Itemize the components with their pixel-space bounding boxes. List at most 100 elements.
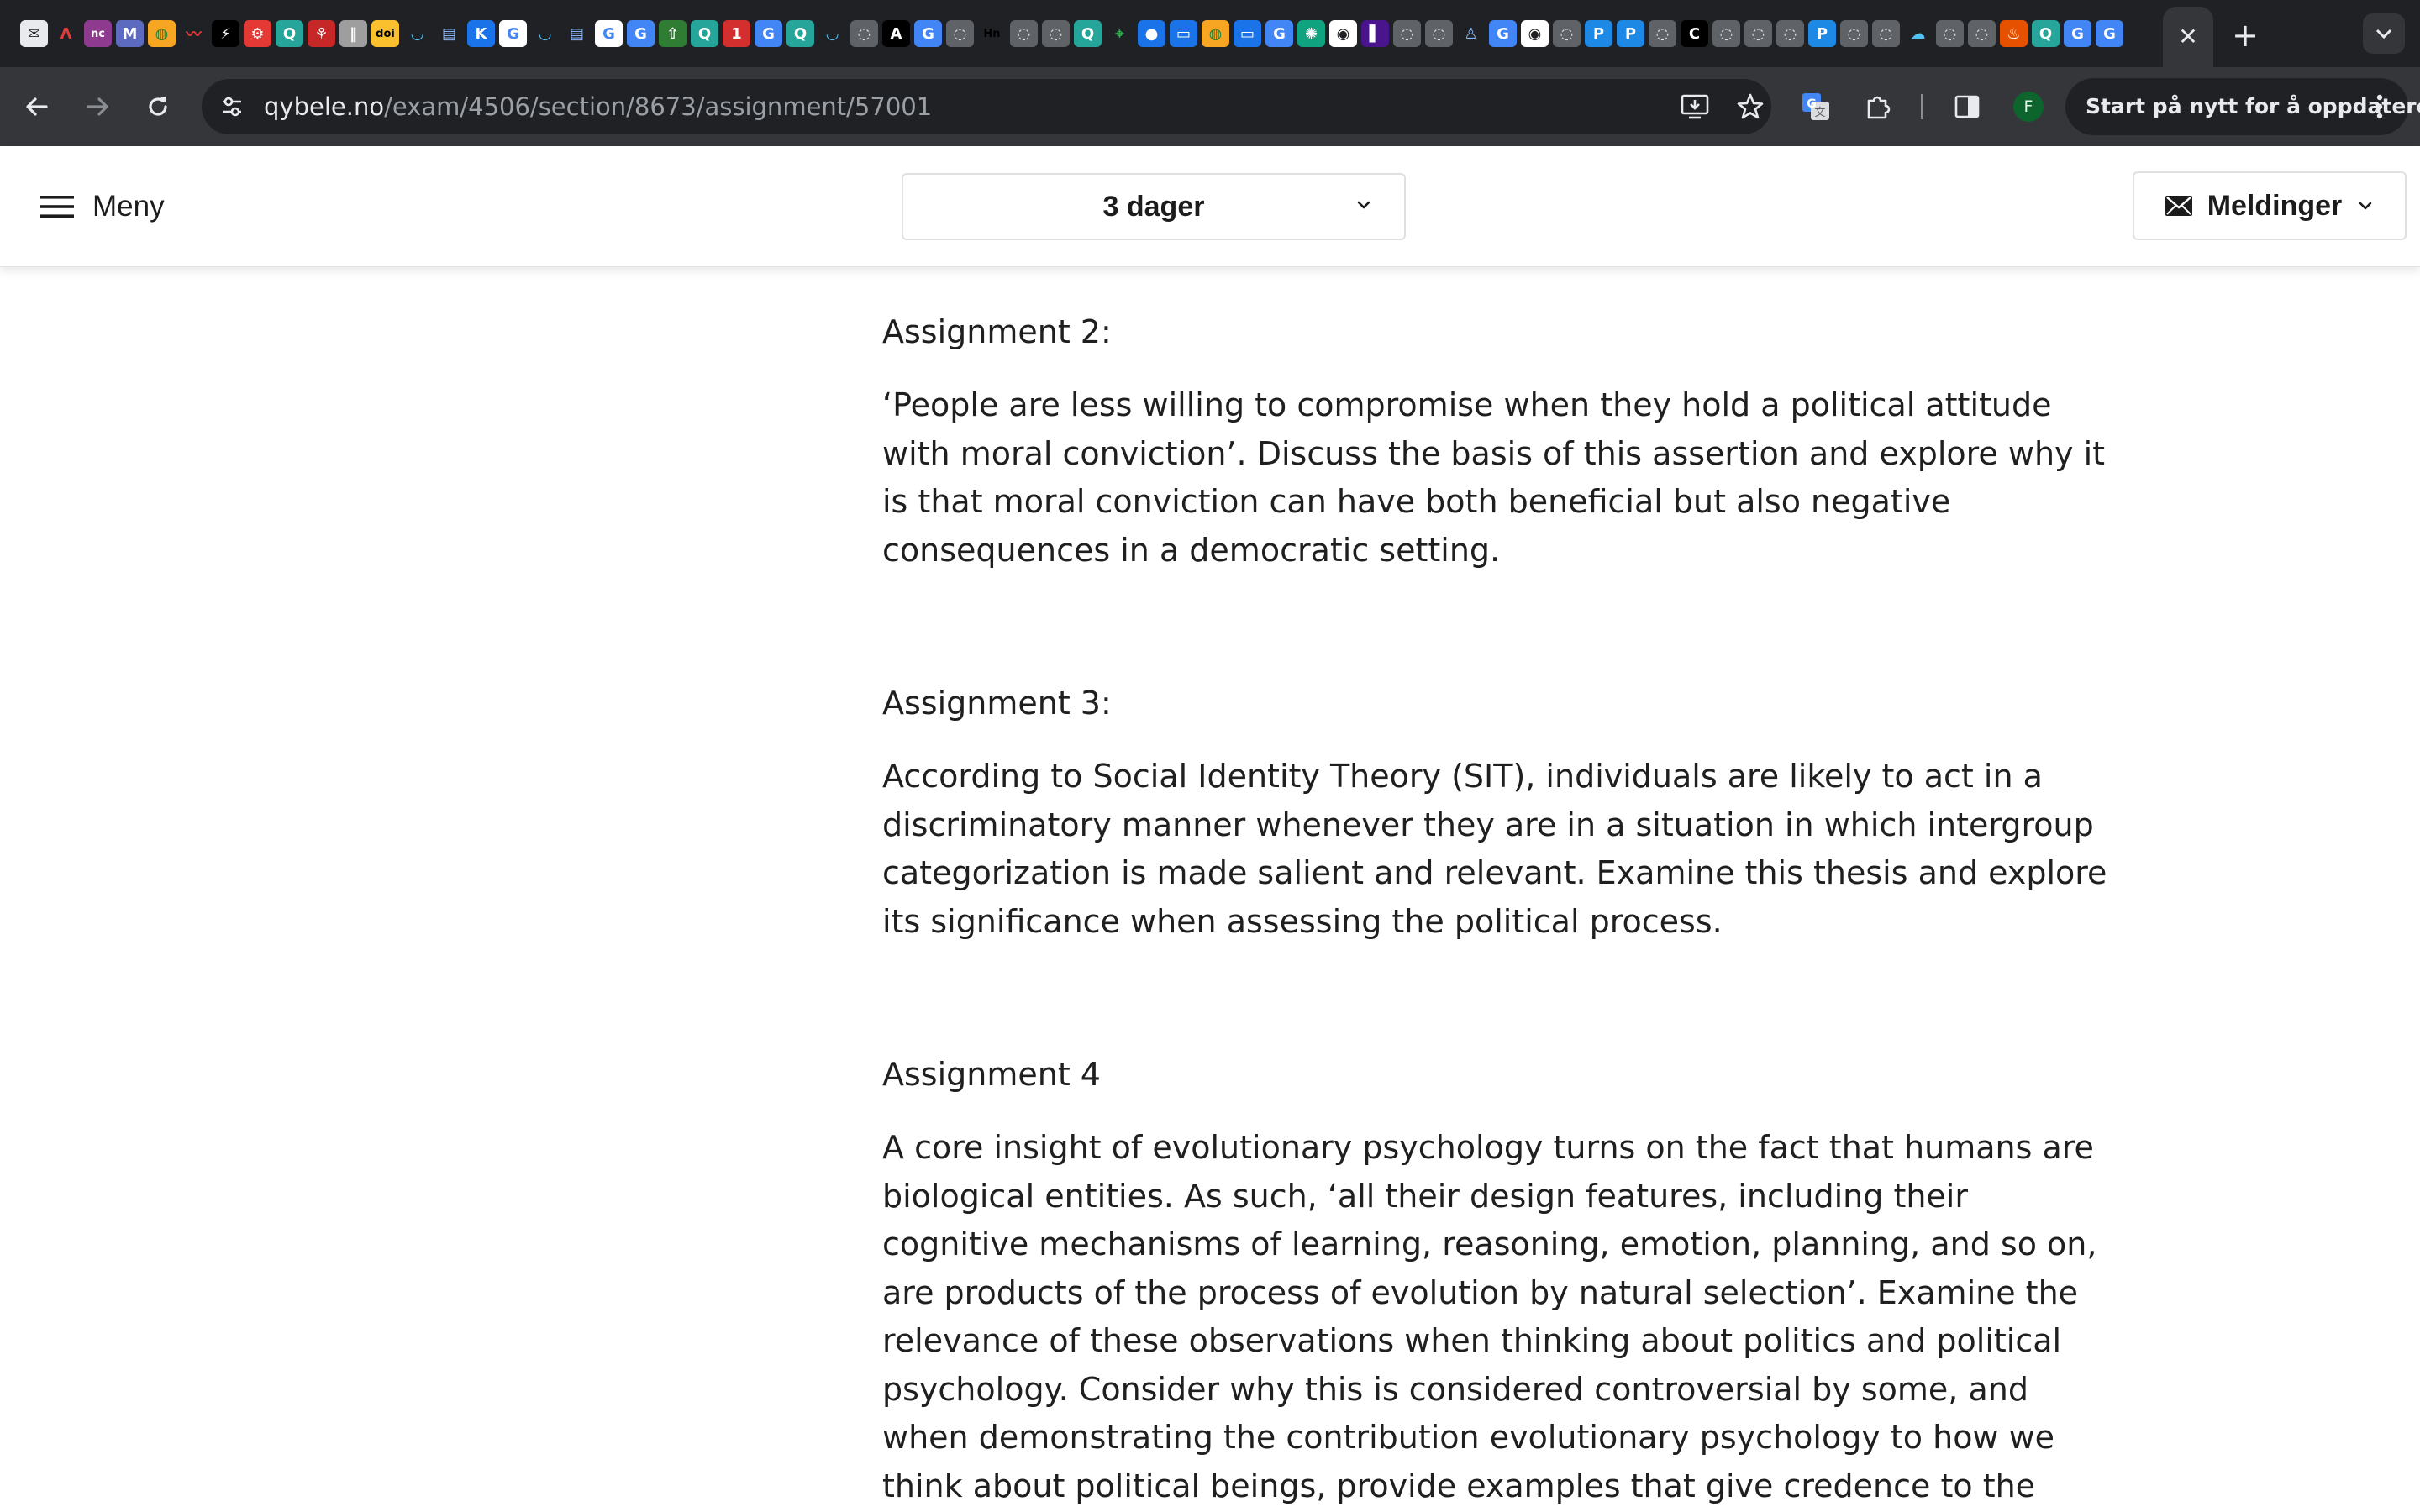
tab-favicon-icon[interactable]: M: [116, 20, 144, 47]
tab-favicon-icon[interactable]: Λ: [52, 20, 80, 47]
tab-favicon-icon[interactable]: ◡: [818, 20, 846, 47]
tab-favicon-icon[interactable]: G: [595, 20, 623, 47]
tab-favicon-icon[interactable]: ◡: [531, 20, 559, 47]
url-path: /exam/4506/section/8673/assignment/57001: [384, 92, 933, 121]
restart-to-update-button[interactable]: Start på nytt for å oppdatere: [2065, 78, 2420, 135]
tab-favicon-icon[interactable]: ▌: [1361, 20, 1389, 47]
tab-favicon-icon[interactable]: ☁: [1904, 20, 1932, 47]
new-tab-button[interactable]: +: [2228, 18, 2262, 52]
tab-favicon-icon[interactable]: doi: [371, 20, 399, 47]
tab-favicon-icon[interactable]: C: [1681, 20, 1708, 47]
back-button[interactable]: [17, 87, 57, 127]
tab-favicon-icon[interactable]: P: [1808, 20, 1836, 47]
tab-favicon-icon[interactable]: ▭: [1170, 20, 1197, 47]
tab-favicon-icon[interactable]: ◌: [1425, 20, 1453, 47]
tab-favicon-icon[interactable]: G: [914, 20, 942, 47]
tab-favicon-icon[interactable]: Q: [2032, 20, 2060, 47]
chevron-down-icon: [2359, 202, 2372, 210]
tab-favicon-icon[interactable]: ◌: [1649, 20, 1676, 47]
assignment-text: ‘People are less willing to compromise w…: [882, 386, 2106, 569]
tab-favicon-icon[interactable]: K: [467, 20, 495, 47]
tab-favicon-icon[interactable]: G: [2064, 20, 2091, 47]
extensions-icon[interactable]: [1859, 87, 1897, 126]
tab-favicon-icon[interactable]: ◌: [850, 20, 878, 47]
assignment-title: Assignment 2:: [882, 313, 1112, 350]
tab-favicon-icon[interactable]: ⚘: [308, 20, 335, 47]
tab-favicon-icon[interactable]: ⚙: [244, 20, 271, 47]
tab-favicon-icon[interactable]: Q: [786, 20, 814, 47]
menu-label: Meny: [92, 190, 165, 223]
tab-favicon-icon[interactable]: 〰: [180, 20, 208, 47]
tab-favicon-icon[interactable]: ✉: [20, 20, 48, 47]
time-remaining-dropdown[interactable]: 3 dager: [902, 173, 1406, 240]
side-panel-icon[interactable]: [1948, 87, 1986, 126]
google-translate-icon[interactable]: G 文: [1797, 87, 1835, 126]
tab-favicon-icon[interactable]: ●: [1138, 20, 1165, 47]
assignment-title: Assignment 3:: [882, 685, 1112, 722]
tab-favicon-icon[interactable]: Q: [276, 20, 303, 47]
tab-favicon-icon[interactable]: G: [1489, 20, 1517, 47]
tab-favicon-icon[interactable]: ⚡: [212, 20, 239, 47]
tab-favicon-icon[interactable]: ▭: [1234, 20, 1261, 47]
tab-favicon-icon[interactable]: ◡: [403, 20, 431, 47]
tab-favicon-icon[interactable]: ◉: [1521, 20, 1549, 47]
tab-favicon-icon[interactable]: ◌: [1393, 20, 1421, 47]
bookmark-star-icon[interactable]: [1733, 89, 1768, 124]
forward-button[interactable]: [77, 87, 118, 127]
tab-favicon-icon[interactable]: 1: [723, 20, 750, 47]
active-tab[interactable]: ✕: [2163, 7, 2213, 67]
tab-favicon-icon[interactable]: ⇧: [659, 20, 687, 47]
assignment-text: According to Social Identity Theory (SIT…: [882, 758, 2107, 940]
tab-favicon-icon[interactable]: G: [1265, 20, 1293, 47]
tab-favicon-icon[interactable]: ◍: [148, 20, 176, 47]
url-host: qybele.no: [264, 92, 385, 121]
tab-favicon-icon[interactable]: ◌: [1968, 20, 1996, 47]
site-settings-icon[interactable]: [213, 88, 250, 125]
tab-favicon-icon[interactable]: nc: [84, 20, 112, 47]
tab-favicon-icon[interactable]: ◌: [946, 20, 974, 47]
tab-favicon-icon[interactable]: ⌖: [1106, 20, 1134, 47]
reload-button[interactable]: [138, 87, 178, 127]
tab-favicon-icon[interactable]: ◌: [1776, 20, 1804, 47]
tab-favicon-icon[interactable]: P: [1585, 20, 1612, 47]
tab-favicon-icon[interactable]: ◌: [1010, 20, 1038, 47]
url-text[interactable]: qybele.no/exam/4506/section/8673/assignm…: [264, 79, 932, 134]
profile-avatar[interactable]: F: [2013, 92, 2044, 122]
tab-favicon-icon[interactable]: ▤: [435, 20, 463, 47]
browser-tabstrip: ✉ Λnc M ◍ 〰 ⚡ ⚙ Q ⚘ ‖ doi ◡ ▤ K G ◡ ▤ G G ⇧ Q 1 G Q ◡ ◌ A G ◌ Hn ◌ ◌ Q ⌖ ●…: [0, 0, 2420, 67]
tab-search-button[interactable]: [2363, 13, 2405, 54]
tab-favicon-icon[interactable]: ♙: [1457, 20, 1485, 47]
tab-favicon-icon[interactable]: ◉: [1329, 20, 1357, 47]
install-app-icon[interactable]: [1677, 89, 1712, 124]
tab-favicon-icon[interactable]: ▤: [563, 20, 591, 47]
tab-favicon-icon[interactable]: ◌: [1553, 20, 1581, 47]
tab-favicon-icon[interactable]: G: [499, 20, 527, 47]
svg-text:文: 文: [1814, 107, 1825, 119]
tab-favicon-icon[interactable]: ◌: [1744, 20, 1772, 47]
tab-favicon-icon[interactable]: G: [2096, 20, 2123, 47]
messages-button[interactable]: Meldinger: [2133, 171, 2407, 240]
tab-favicon-icon[interactable]: Q: [1074, 20, 1102, 47]
tab-favicon-icon[interactable]: ◌: [1712, 20, 1740, 47]
tab-favicon-icon[interactable]: A: [882, 20, 910, 47]
tab-favicon-icon[interactable]: ✺: [1297, 20, 1325, 47]
tab-favicon-icon[interactable]: ◌: [1840, 20, 1868, 47]
browser-toolbar: qybele.no/exam/4506/section/8673/assignm…: [0, 67, 2420, 146]
tab-favicon-icon[interactable]: ◍: [1202, 20, 1229, 47]
pinned-tabs: ✉ Λnc M ◍ 〰 ⚡ ⚙ Q ⚘ ‖ doi ◡ ▤ K G ◡ ▤ G G ⇧ Q 1 G Q ◡ ◌ A G ◌ Hn ◌ ◌ Q ⌖ ●…: [20, 20, 2123, 47]
tab-favicon-icon[interactable]: ‖: [339, 20, 367, 47]
assignment-block: Assignment 2: ‘People are less willing t…: [882, 307, 2109, 575]
tab-favicon-icon[interactable]: Hn: [978, 20, 1006, 47]
kebab-menu-icon[interactable]: [2363, 90, 2396, 123]
menu-button[interactable]: Meny: [40, 176, 165, 237]
tab-favicon-icon[interactable]: G: [627, 20, 655, 47]
tab-favicon-icon[interactable]: G: [755, 20, 782, 47]
tab-favicon-icon[interactable]: ◌: [1872, 20, 1900, 47]
tab-favicon-icon[interactable]: ♨: [2000, 20, 2028, 47]
close-tab-icon[interactable]: ✕: [2178, 25, 2197, 49]
tab-favicon-icon[interactable]: ◌: [1042, 20, 1070, 47]
tab-favicon-icon[interactable]: Q: [691, 20, 718, 47]
address-bar[interactable]: qybele.no/exam/4506/section/8673/assignm…: [202, 79, 1771, 134]
tab-favicon-icon[interactable]: P: [1617, 20, 1644, 47]
tab-favicon-icon[interactable]: ◌: [1936, 20, 1964, 47]
